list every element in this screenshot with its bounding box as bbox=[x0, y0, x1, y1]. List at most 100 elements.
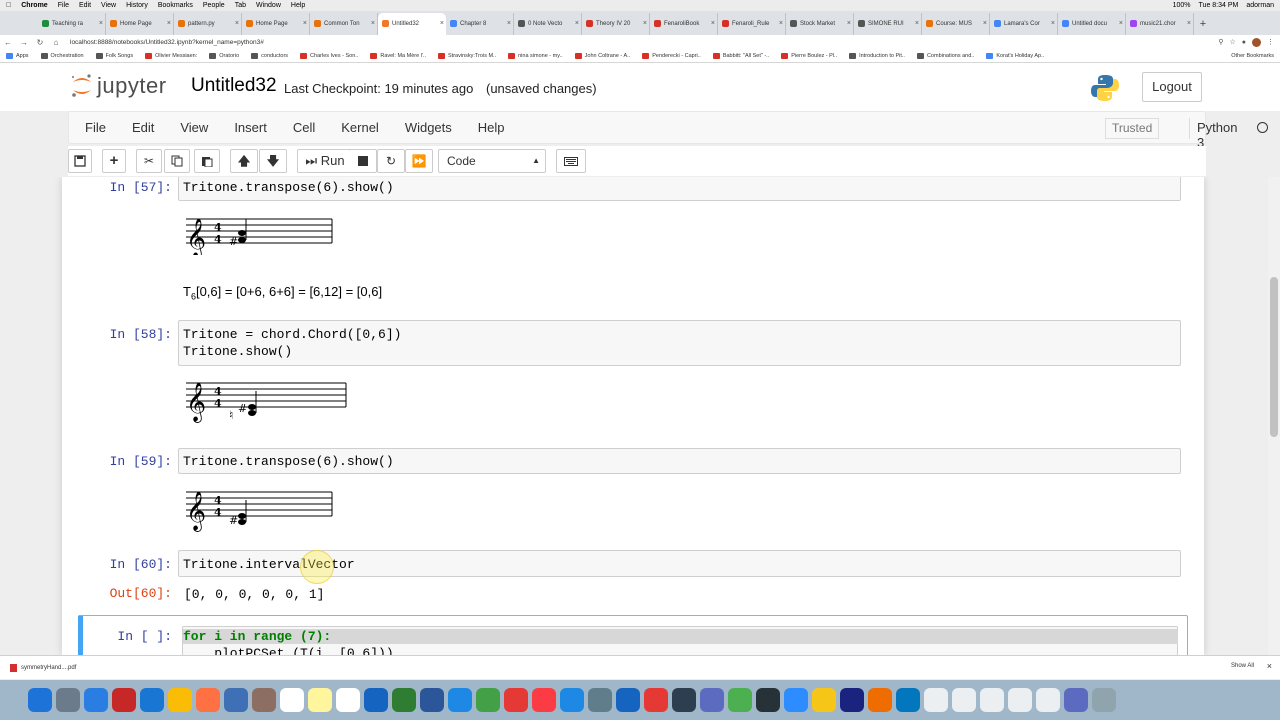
dock-app-icon[interactable] bbox=[700, 688, 724, 712]
dock-app-icon[interactable] bbox=[420, 688, 444, 712]
browser-tab[interactable]: pattern.py × bbox=[174, 13, 242, 35]
menu-insert[interactable]: Insert bbox=[221, 120, 280, 135]
app-menu[interactable]: Chrome bbox=[21, 0, 47, 11]
forward-icon[interactable]: → bbox=[16, 38, 32, 47]
dock-app-icon[interactable] bbox=[392, 688, 416, 712]
run-button[interactable]: ⏭ Run bbox=[297, 149, 353, 173]
dock-app-icon[interactable] bbox=[364, 688, 388, 712]
bookmark-item[interactable]: Introduction to Pit.. bbox=[849, 52, 905, 59]
menu-file[interactable]: File bbox=[58, 0, 69, 11]
browser-tab[interactable]: Home Page × bbox=[242, 13, 310, 35]
menu-edit[interactable]: Edit bbox=[79, 0, 91, 11]
bookmark-item[interactable]: John Coltrane - A.. bbox=[574, 52, 630, 59]
menu-cell[interactable]: Cell bbox=[280, 120, 328, 135]
dock-app-icon[interactable] bbox=[280, 688, 304, 712]
tab-close-icon[interactable]: × bbox=[643, 13, 647, 35]
dock-app-icon[interactable] bbox=[896, 688, 920, 712]
more-icon[interactable]: ⋮ bbox=[1267, 38, 1274, 46]
dock-app-icon[interactable] bbox=[756, 688, 780, 712]
logout-button[interactable]: Logout bbox=[1142, 72, 1202, 102]
dock-app-icon[interactable] bbox=[644, 688, 668, 712]
browser-tab[interactable]: Lamara's Cor × bbox=[990, 13, 1058, 35]
tab-close-icon[interactable]: × bbox=[303, 13, 307, 35]
bookmark-item[interactable]: Stravinsky:Trois M.. bbox=[438, 52, 496, 59]
bookmark-item[interactable]: Charles Ives - Son.. bbox=[300, 52, 358, 59]
dock-app-icon[interactable] bbox=[1036, 688, 1060, 712]
bookmark-item[interactable]: Babbitt: "All Set" -.. bbox=[712, 52, 769, 59]
close-icon[interactable]: × bbox=[1267, 661, 1272, 671]
dock-app-icon[interactable] bbox=[336, 688, 360, 712]
browser-tab[interactable]: Home Page × bbox=[106, 13, 174, 35]
tab-close-icon[interactable]: × bbox=[167, 13, 171, 35]
dock-app-icon[interactable] bbox=[140, 688, 164, 712]
cell-type-select[interactable]: Code ▲ bbox=[438, 149, 546, 173]
interrupt-button[interactable] bbox=[349, 149, 377, 173]
browser-tab[interactable]: Stock Market × bbox=[786, 13, 854, 35]
dock-app-icon[interactable] bbox=[56, 688, 80, 712]
bookmark-item[interactable]: Ravel: Ma Mère l'.. bbox=[370, 52, 426, 59]
page-scrollbar[interactable] bbox=[1268, 177, 1280, 655]
browser-tab[interactable]: Untitled32 × bbox=[378, 13, 446, 35]
save-button[interactable] bbox=[68, 149, 92, 173]
browser-tab[interactable]: Common Ton × bbox=[310, 13, 378, 35]
battery-status[interactable]: 100% bbox=[1173, 0, 1191, 11]
dock-app-icon[interactable] bbox=[868, 688, 892, 712]
browser-tab[interactable]: Chapter 8 × bbox=[446, 13, 514, 35]
browser-tab[interactable]: Theory IV 20 × bbox=[582, 13, 650, 35]
dock-app-icon[interactable] bbox=[196, 688, 220, 712]
clock[interactable]: Tue 8:34 PM bbox=[1199, 0, 1239, 11]
star-icon[interactable]: ☆ bbox=[1229, 38, 1235, 46]
browser-tab[interactable]: Teaching ra × bbox=[38, 13, 106, 35]
dock-app-icon[interactable] bbox=[812, 688, 836, 712]
code-line[interactable]: for i in range (7): bbox=[183, 629, 1178, 644]
dock-app-icon[interactable] bbox=[476, 688, 500, 712]
tab-close-icon[interactable]: × bbox=[440, 13, 444, 35]
extension-icon[interactable]: ● bbox=[1242, 39, 1246, 46]
menu-view[interactable]: View bbox=[101, 0, 116, 11]
restart-run-all-button[interactable]: ⏩ bbox=[405, 149, 433, 173]
menu-help[interactable]: Help bbox=[291, 0, 305, 11]
menu-tab[interactable]: Tab bbox=[235, 0, 246, 11]
dock-app-icon[interactable] bbox=[532, 688, 556, 712]
notebook-title[interactable]: Untitled32 bbox=[191, 75, 277, 97]
cut-button[interactable]: ✂ bbox=[136, 149, 162, 173]
dock-app-icon[interactable] bbox=[448, 688, 472, 712]
bookmark-item[interactable]: nina simone - my.. bbox=[508, 52, 563, 59]
browser-tab[interactable]: Fenaroli_Rule × bbox=[718, 13, 786, 35]
tab-close-icon[interactable]: × bbox=[1187, 13, 1191, 35]
dock-app-icon[interactable] bbox=[112, 688, 136, 712]
menu-edit[interactable]: Edit bbox=[119, 120, 167, 135]
command-palette-button[interactable] bbox=[556, 149, 586, 173]
dock-app-icon[interactable] bbox=[560, 688, 584, 712]
show-all-downloads-button[interactable]: Show All bbox=[1231, 663, 1254, 669]
dock-app-icon[interactable] bbox=[840, 688, 864, 712]
dock-app-icon[interactable] bbox=[1008, 688, 1032, 712]
bookmark-item[interactable]: conductors bbox=[251, 52, 288, 59]
dock-app-icon[interactable] bbox=[224, 688, 248, 712]
bookmark-item[interactable]: Orchestration bbox=[40, 52, 84, 59]
dock-app-icon[interactable] bbox=[672, 688, 696, 712]
dock-app-icon[interactable] bbox=[1092, 688, 1116, 712]
url-field[interactable]: localhost:8888/notebooks/Untitled32.ipyn… bbox=[70, 39, 264, 46]
dock-app-icon[interactable] bbox=[616, 688, 640, 712]
menu-view[interactable]: View bbox=[167, 120, 221, 135]
bookmark-item[interactable]: Apps bbox=[6, 52, 29, 59]
code-line[interactable]: Tritone.show() bbox=[183, 344, 292, 359]
menu-bookmarks[interactable]: Bookmarks bbox=[158, 0, 193, 11]
jupyter-logo[interactable]: jupyter bbox=[70, 73, 167, 99]
other-bookmarks[interactable]: Other Bookmarks bbox=[1231, 49, 1274, 62]
tab-close-icon[interactable]: × bbox=[1119, 13, 1123, 35]
dock-app-icon[interactable] bbox=[952, 688, 976, 712]
paste-button[interactable] bbox=[194, 149, 220, 173]
apple-icon[interactable]:  bbox=[6, 0, 11, 11]
zoom-icon[interactable]: ⚲ bbox=[1218, 38, 1223, 46]
tab-close-icon[interactable]: × bbox=[779, 13, 783, 35]
move-up-button[interactable]: 🡅 bbox=[230, 149, 258, 173]
dock-app-icon[interactable] bbox=[28, 688, 52, 712]
browser-tab[interactable]: FenaroliBook × bbox=[650, 13, 718, 35]
browser-tab[interactable]: SIMONE RUI × bbox=[854, 13, 922, 35]
dock-app-icon[interactable] bbox=[980, 688, 1004, 712]
profile-avatar[interactable] bbox=[1252, 37, 1261, 47]
browser-tab[interactable]: Course: MUS × bbox=[922, 13, 990, 35]
tab-close-icon[interactable]: × bbox=[99, 13, 103, 35]
